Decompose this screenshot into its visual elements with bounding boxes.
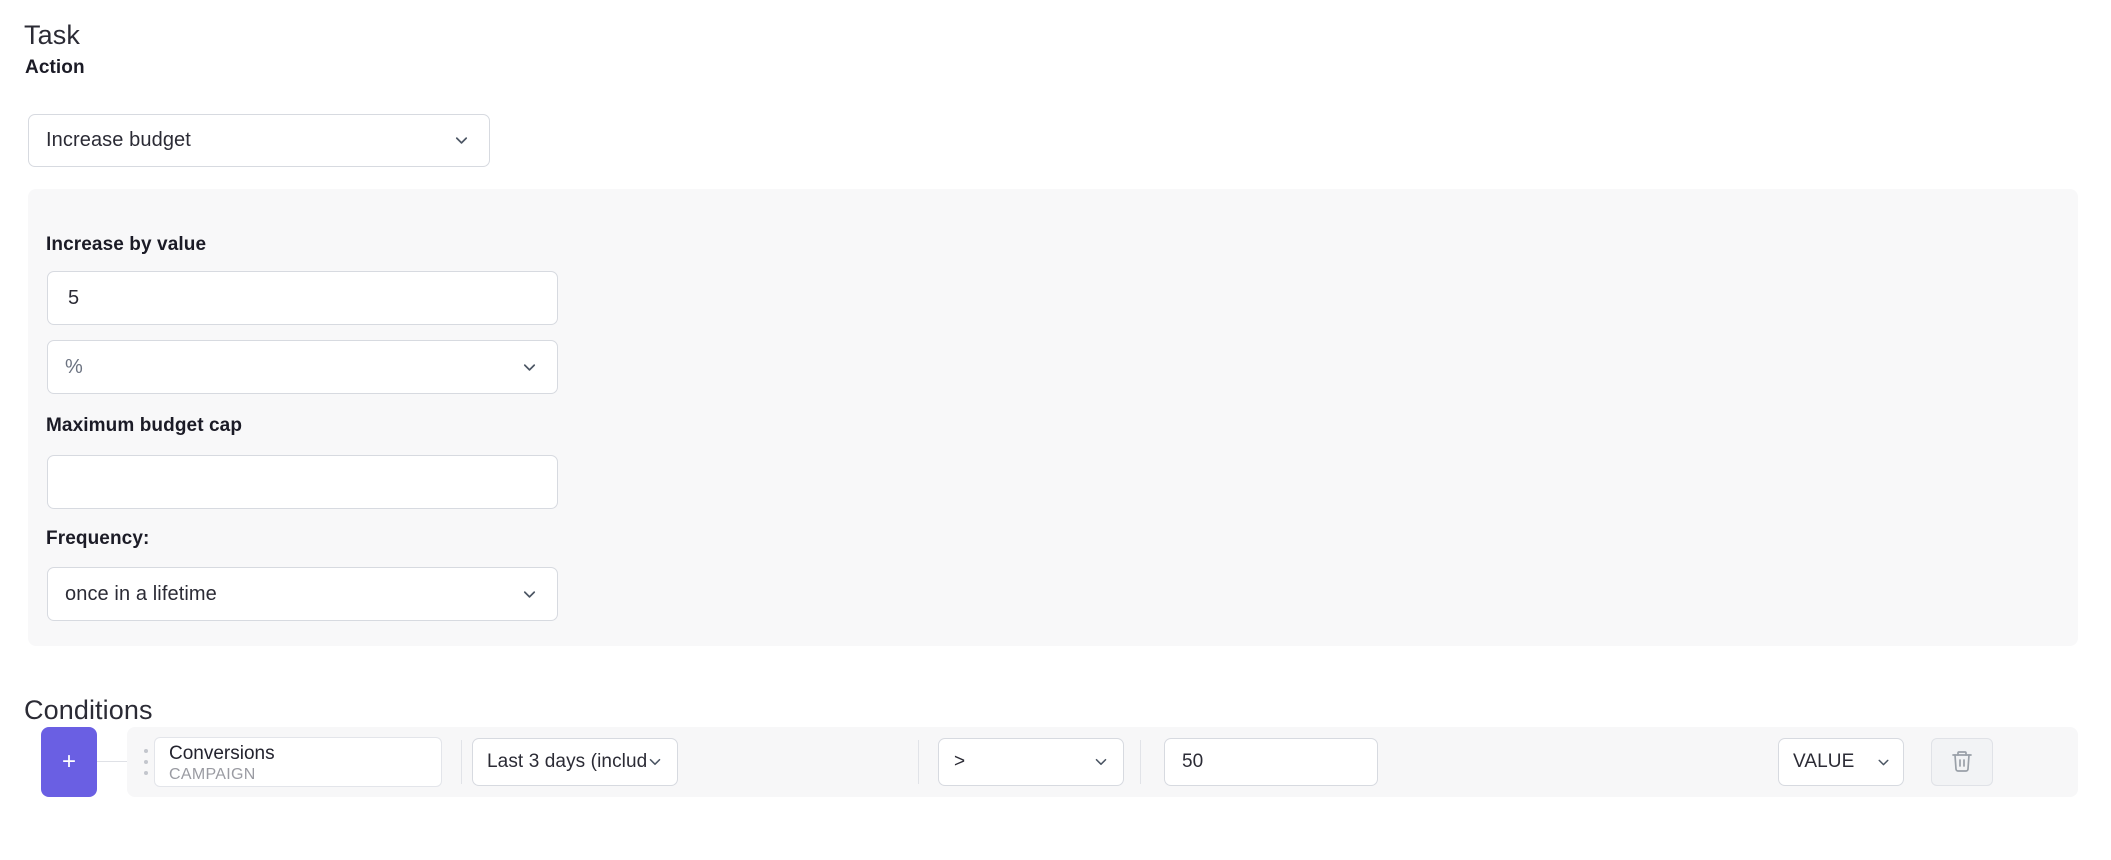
- increase-unit-select-value: %: [65, 355, 83, 378]
- action-select[interactable]: Increase budget: [28, 114, 490, 167]
- condition-value-type-select[interactable]: VALUE: [1778, 738, 1904, 786]
- action-label: Action: [25, 57, 85, 78]
- chevron-down-icon: [520, 585, 557, 604]
- condition-value-type-value: VALUE: [1793, 751, 1855, 772]
- condition-value-input-value: 50: [1182, 751, 1204, 772]
- delete-condition-button[interactable]: [1931, 738, 1993, 786]
- condition-value-input[interactable]: 50: [1164, 738, 1378, 786]
- task-heading: Task: [24, 20, 80, 50]
- maximum-budget-cap-input[interactable]: [47, 455, 558, 509]
- condition-metric-scope: CAMPAIGN: [169, 766, 256, 783]
- condition-row: Conversions CAMPAIGN Last 3 days (includ…: [127, 727, 2078, 797]
- add-condition-button[interactable]: +: [41, 727, 97, 797]
- action-select-value: Increase budget: [46, 129, 191, 151]
- chevron-down-icon: [520, 358, 557, 377]
- chevron-down-icon: [452, 131, 489, 150]
- trash-icon: [1950, 749, 1974, 776]
- maximum-budget-cap-label: Maximum budget cap: [46, 415, 243, 436]
- condition-date-range-value: Last 3 days (includin...: [487, 751, 646, 772]
- condition-connector-line: [97, 761, 127, 762]
- add-condition-label: +: [61, 748, 76, 775]
- conditions-heading: Conditions: [24, 695, 153, 725]
- divider: [1140, 740, 1141, 784]
- increase-by-value-label: Increase by value: [46, 234, 207, 255]
- automation-rule-editor: Task Action Increase budget Increase by …: [0, 0, 2111, 860]
- condition-operator-value: >: [954, 751, 966, 772]
- conditions-list: + Conversions CAMPAIGN Last 3 days (incl…: [28, 727, 2078, 797]
- condition-date-range-select[interactable]: Last 3 days (includin...: [472, 738, 678, 786]
- chevron-down-icon: [646, 753, 677, 771]
- frequency-select-value: once in a lifetime: [65, 582, 217, 605]
- increase-by-value-input-value: 5: [68, 286, 80, 309]
- chevron-down-icon: [1092, 753, 1123, 771]
- condition-metric-name: Conversions: [169, 743, 275, 764]
- frequency-select[interactable]: once in a lifetime: [47, 567, 558, 621]
- divider: [461, 740, 462, 784]
- divider: [918, 740, 919, 784]
- frequency-label: Frequency:: [46, 528, 150, 549]
- increase-by-value-input[interactable]: 5: [47, 271, 558, 325]
- condition-metric-select[interactable]: Conversions CAMPAIGN: [154, 737, 442, 787]
- chevron-down-icon: [1875, 754, 1903, 771]
- increase-unit-select[interactable]: %: [47, 340, 558, 394]
- condition-operator-select[interactable]: >: [938, 738, 1124, 786]
